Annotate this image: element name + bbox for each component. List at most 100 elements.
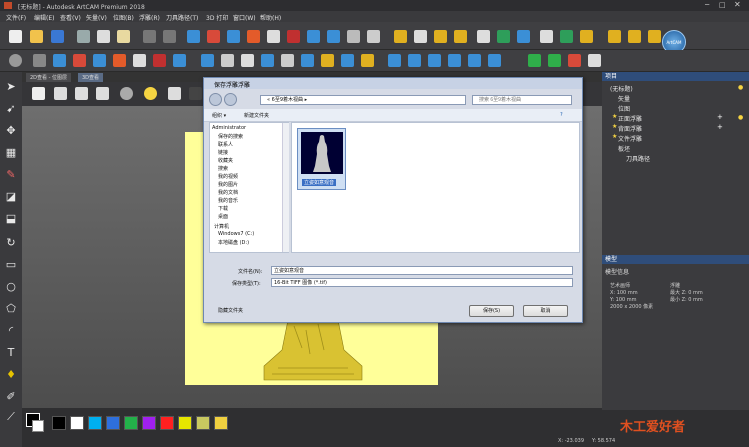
menu-toolpath[interactable]: 刀具路径(T)	[166, 13, 198, 22]
nav-item[interactable]: Administrator	[212, 125, 246, 131]
model-tool-icon[interactable]	[361, 54, 374, 67]
nav-item[interactable]: 我的视频	[218, 173, 238, 180]
search-input[interactable]	[472, 95, 572, 105]
menu-file[interactable]: 文件(F)	[6, 13, 26, 22]
model-tool-icon[interactable]	[428, 54, 441, 67]
close-button[interactable]: ✕	[734, 0, 741, 9]
polygon-icon[interactable]: ⬠	[4, 302, 18, 316]
zoom-icon[interactable]	[9, 54, 22, 67]
toolpath-tool-icon[interactable]	[497, 30, 510, 43]
nav-item[interactable]: 计算机	[214, 223, 229, 230]
nav-item[interactable]: 我的图片	[218, 181, 238, 188]
toolpath-tool-icon[interactable]	[434, 30, 447, 43]
nav-scrollbar[interactable]	[282, 123, 289, 252]
cube-view-icon[interactable]	[96, 87, 109, 100]
relief-tool-icon[interactable]	[267, 30, 280, 43]
menu-edit[interactable]: 编辑(E)	[34, 13, 54, 22]
tree-item-vector[interactable]: 矢量	[618, 94, 630, 103]
file-item[interactable]: 立姿如意观音	[297, 128, 346, 190]
model-tool-icon[interactable]	[33, 54, 46, 67]
model-tool-icon[interactable]	[281, 54, 294, 67]
model-tool-icon[interactable]	[173, 54, 186, 67]
save-button[interactable]: 保存(S)	[469, 305, 514, 317]
node-edit-icon[interactable]: ➹	[4, 102, 18, 116]
pencil-icon[interactable]: ✎	[4, 168, 18, 182]
circle-icon[interactable]: ○	[4, 280, 18, 294]
nav-item[interactable]: 本地磁盘 (D:)	[218, 239, 249, 246]
model-tool-icon[interactable]	[261, 54, 274, 67]
rectangle-icon[interactable]: ▭	[4, 258, 18, 272]
cube-view-icon[interactable]	[32, 87, 45, 100]
layer-icon[interactable]	[168, 87, 181, 100]
hide-folders-button[interactable]: 隐藏文件夹	[206, 306, 258, 318]
tree-item-back-relief[interactable]: 背面浮雕	[618, 124, 642, 133]
nav-item[interactable]: 搜索	[218, 165, 228, 172]
nav-item[interactable]: 桌面	[218, 213, 228, 220]
nav-item[interactable]: 我的音乐	[218, 197, 238, 204]
cube-view-icon[interactable]	[75, 87, 88, 100]
model-tool-icon[interactable]	[133, 54, 146, 67]
menu-3d-print[interactable]: 3D 打印	[206, 13, 228, 22]
open-folder-icon[interactable]	[30, 30, 43, 43]
model-tool-icon[interactable]	[113, 54, 126, 67]
tree-item-toolpath[interactable]: 刀具路径	[626, 154, 650, 163]
model-tool-icon[interactable]	[341, 54, 354, 67]
add-icon[interactable]: +	[717, 113, 723, 121]
toolpath-tool-icon[interactable]	[454, 30, 467, 43]
model-tool-icon[interactable]	[408, 54, 421, 67]
eraser-icon[interactable]: ◪	[4, 190, 18, 204]
model-tool-icon[interactable]	[301, 54, 314, 67]
model-tool-icon[interactable]	[241, 54, 254, 67]
nav-item[interactable]: 下载	[218, 205, 228, 212]
relief-tool-icon[interactable]	[247, 30, 260, 43]
nav-item[interactable]: Windows7 (C:)	[218, 231, 254, 237]
save-icon[interactable]	[51, 30, 64, 43]
tree-item-slab[interactable]: 板坯	[618, 144, 630, 153]
color-swatch[interactable]	[214, 416, 228, 430]
secondary-color-swatch[interactable]	[32, 420, 44, 432]
model-tool-icon[interactable]	[93, 54, 106, 67]
text-icon[interactable]: T	[4, 346, 18, 360]
color-swatch[interactable]	[70, 416, 84, 430]
grid-icon[interactable]: ▦	[4, 146, 18, 160]
color-swatch[interactable]	[142, 416, 156, 430]
model-tool-icon[interactable]	[388, 54, 401, 67]
model-tool-icon[interactable]	[488, 54, 501, 67]
help-icon[interactable]: ?	[560, 112, 563, 118]
tree-item-root[interactable]: (无标题)	[610, 84, 633, 93]
node-tool-icon[interactable]	[648, 30, 661, 43]
arc-icon[interactable]: ◜	[4, 324, 18, 338]
relief-tool-icon[interactable]	[207, 30, 220, 43]
save-type-select[interactable]: 16-Bit TIFF 图像 (*.tif)	[271, 278, 573, 287]
menu-vector[interactable]: 矢量(V)	[86, 13, 107, 22]
nav-item[interactable]: 保存的搜索	[218, 133, 243, 140]
nav-item[interactable]: 链接	[218, 149, 228, 156]
relief-tool-icon[interactable]	[307, 30, 320, 43]
color-swatch[interactable]	[52, 416, 66, 430]
color-swatch[interactable]	[160, 416, 174, 430]
toolpath-tool-icon[interactable]	[580, 30, 593, 43]
light-bulb-icon[interactable]	[144, 87, 157, 100]
menu-bitmap[interactable]: 位图(B)	[113, 13, 134, 22]
menu-help[interactable]: 帮助(H)	[260, 13, 281, 22]
bulb-icon[interactable]: ●	[738, 84, 743, 91]
rotate-icon[interactable]: ↻	[4, 236, 18, 250]
menu-relief[interactable]: 浮雕(R)	[139, 13, 160, 22]
model-tool-icon[interactable]	[588, 54, 601, 67]
new-file-icon[interactable]	[9, 30, 22, 43]
model-tool-icon[interactable]	[548, 54, 561, 67]
minimize-button[interactable]: ─	[705, 1, 709, 9]
organize-button[interactable]: 组织 ▾	[212, 112, 226, 119]
model-tool-icon[interactable]	[568, 54, 581, 67]
filename-input[interactable]: 立姿如意观音	[271, 266, 573, 275]
fill-icon[interactable]: ⬓	[4, 212, 18, 226]
model-tool-icon[interactable]	[468, 54, 481, 67]
paste-icon[interactable]	[117, 30, 130, 43]
model-tool-icon[interactable]	[221, 54, 234, 67]
toolpath-tool-icon[interactable]	[477, 30, 490, 43]
toolpath-tool-icon[interactable]	[540, 30, 553, 43]
relief-tool-icon[interactable]	[287, 30, 300, 43]
copy-icon[interactable]	[97, 30, 110, 43]
select-arrow-icon[interactable]: ➤	[4, 80, 18, 94]
color-swatch[interactable]	[196, 416, 210, 430]
